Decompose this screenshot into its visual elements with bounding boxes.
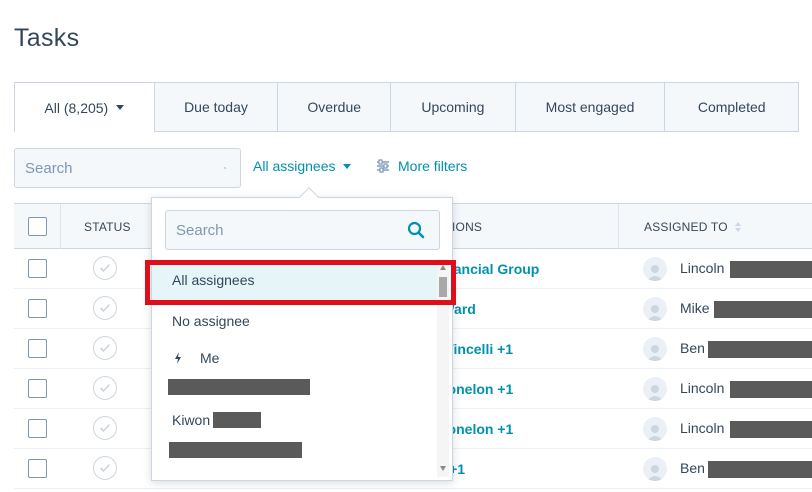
status-toggle-icon[interactable] [93, 296, 117, 320]
option-me[interactable]: Me [152, 341, 437, 401]
option-label: Me [200, 350, 220, 366]
task-search-box [14, 148, 241, 188]
row-checkbox[interactable] [28, 259, 47, 278]
option-no-assignee[interactable]: No assignee [152, 301, 437, 341]
status-toggle-icon[interactable] [93, 256, 117, 280]
avatar [643, 417, 667, 441]
assignee-options-list: All assignees No assignee Me Kiwon [152, 259, 437, 481]
tab-due-today-label: Due today [184, 99, 248, 115]
row-checkbox[interactable] [28, 379, 47, 398]
assignee-name: Lincoln [680, 380, 725, 396]
assignee-dropdown-menu: All assignees No assignee Me Kiwon [151, 187, 453, 481]
scroll-up-icon[interactable] [440, 265, 446, 270]
search-icon[interactable] [407, 221, 425, 239]
column-divider [60, 204, 61, 249]
tab-most-engaged[interactable]: Most engaged [515, 83, 666, 132]
redacted-block [730, 381, 812, 398]
row-checkbox[interactable] [28, 419, 47, 438]
sliders-icon [377, 159, 389, 173]
more-filters-button[interactable]: More filters [376, 158, 467, 174]
row-checkbox[interactable] [28, 339, 47, 358]
redacted-block [730, 421, 812, 438]
assignee-name: Lincoln [680, 420, 725, 436]
row-checkbox[interactable] [28, 299, 47, 318]
sprocket-icon [175, 352, 181, 364]
column-header-assigned-to[interactable]: ASSIGNED TO [644, 204, 742, 249]
avatar [643, 457, 667, 481]
assignee-name: Ben [680, 460, 705, 476]
assigned-to-header-label: ASSIGNED TO [644, 219, 728, 234]
dropdown-scrollbar[interactable] [437, 259, 449, 477]
sort-icon[interactable] [734, 221, 742, 233]
status-toggle-icon[interactable] [93, 416, 117, 440]
tab-upcoming-label: Upcoming [421, 99, 485, 115]
column-header-associations[interactable]: IONS [452, 204, 482, 249]
redacted-block [213, 412, 261, 428]
assignee-name: Lincoln [680, 260, 725, 276]
assignee-name: Mike [680, 300, 710, 316]
assignee-name: Ben [680, 340, 705, 356]
page-title: Tasks [14, 24, 80, 52]
tab-completed[interactable]: Completed [665, 83, 799, 132]
tab-overdue-label: Overdue [307, 99, 362, 115]
tab-all-label: All (8,205) [44, 99, 109, 116]
assignee-filter-dropdown[interactable]: All assignees [253, 158, 351, 174]
caret-down-icon [342, 163, 351, 169]
search-icon[interactable] [224, 159, 226, 177]
tab-most-engaged-label: Most engaged [545, 99, 635, 115]
redacted-block [708, 341, 812, 358]
column-header-status[interactable]: STATUS [84, 204, 131, 249]
task-search-input[interactable] [15, 159, 224, 177]
scroll-down-icon[interactable] [440, 466, 446, 471]
assignee-search-box [165, 210, 440, 250]
caret-down-icon [116, 105, 125, 110]
tab-overdue[interactable]: Overdue [278, 83, 392, 132]
avatar [643, 337, 667, 361]
tab-completed-label: Completed [697, 99, 766, 115]
assignee-filter-label: All assignees [253, 158, 336, 174]
avatar [643, 297, 667, 321]
avatar [643, 377, 667, 401]
row-checkbox[interactable] [28, 459, 47, 478]
scrollbar-thumb[interactable] [439, 277, 447, 297]
dropdown-pointer [299, 187, 319, 207]
option-all-assignees[interactable]: All assignees [152, 261, 437, 301]
option-kiwon[interactable]: Kiwon [152, 401, 437, 481]
redacted-block [730, 261, 812, 278]
tab-all[interactable]: All (8,205) [15, 83, 155, 133]
view-tabs: All (8,205) Due today Overdue Upcoming M… [14, 82, 799, 133]
redacted-block [168, 379, 310, 395]
status-toggle-icon[interactable] [93, 376, 117, 400]
avatar [643, 257, 667, 281]
tab-due-today[interactable]: Due today [154, 83, 279, 132]
option-label: Kiwon [172, 412, 211, 428]
tab-upcoming[interactable]: Upcoming [391, 83, 516, 132]
assignee-search-input[interactable] [166, 221, 407, 239]
select-all-checkbox[interactable] [28, 217, 47, 236]
redacted-block [714, 301, 812, 318]
option-label: All assignees [172, 272, 255, 288]
more-filters-label: More filters [398, 158, 468, 174]
redacted-block [169, 442, 302, 458]
column-divider [618, 204, 619, 249]
status-toggle-icon[interactable] [93, 456, 117, 480]
option-label: No assignee [172, 313, 250, 329]
status-toggle-icon[interactable] [93, 336, 117, 360]
redacted-block [708, 461, 812, 478]
